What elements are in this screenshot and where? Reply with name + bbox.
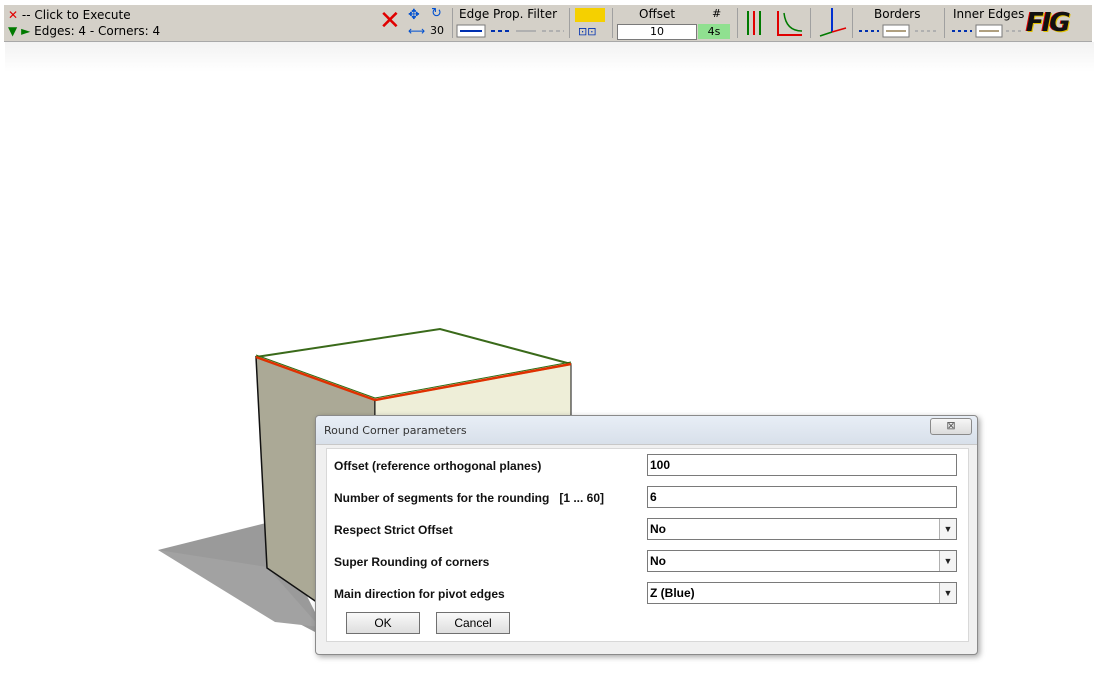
offset-label: Offset (639, 7, 676, 21)
offset-field-label: Offset (reference orthogonal planes) (334, 459, 542, 473)
dialog-body: Offset (reference orthogonal planes) 100… (326, 448, 969, 642)
toolbar-divider (569, 8, 570, 38)
chevron-down-icon[interactable]: ▼ (939, 583, 956, 603)
super-rounding-select[interactable]: No ▼ (647, 550, 957, 572)
strict-offset-label: Respect Strict Offset (334, 523, 453, 537)
toolbar-divider (452, 8, 453, 38)
edge-prop-filter-label: Edge Prop. Filter (459, 7, 558, 21)
segments-field[interactable]: 6 (647, 486, 957, 508)
rotate-icon[interactable]: ↻ (431, 6, 442, 21)
vertical-lines-icon[interactable] (744, 9, 770, 37)
edge-filter-icon[interactable] (456, 24, 568, 38)
borders-label: Borders (874, 7, 921, 21)
triangle-down-icon[interactable]: ▼ (8, 24, 17, 38)
segments-label: # (712, 7, 722, 20)
move-value: 30 (430, 24, 444, 37)
delete-icon[interactable]: ✕ (379, 8, 401, 34)
face-select-icon[interactable]: ⊡⊡ (578, 25, 596, 38)
cancel-icon[interactable]: ✕ (8, 8, 18, 22)
borders-style-icon[interactable] (857, 24, 939, 38)
status-line-edges: ▼ ► Edges: 4 - Corners: 4 (8, 24, 160, 38)
toolbar-divider (737, 8, 738, 38)
status-line-execute: ✕ -- Click to Execute (8, 8, 131, 22)
play-icon[interactable]: ► (21, 24, 30, 38)
status-text-edges: Edges: 4 - Corners: 4 (34, 24, 161, 38)
ok-button[interactable]: OK (346, 612, 420, 634)
offset-field[interactable]: 100 (647, 454, 957, 476)
toolbar-divider (810, 8, 811, 38)
super-rounding-value: No (650, 554, 666, 568)
offset-input[interactable]: 10 (617, 24, 697, 40)
dialog-title: Round Corner parameters (324, 424, 467, 437)
strict-offset-value: No (650, 522, 666, 536)
resize-horizontal-icon[interactable]: ⟷ (408, 24, 425, 38)
pivot-direction-value: Z (Blue) (650, 586, 695, 600)
toolbar-divider (612, 8, 613, 38)
toolbar-divider (852, 8, 853, 38)
color-swatch[interactable] (575, 8, 605, 22)
plugin-toolbar: ✕ -- Click to Execute ▼ ► Edges: 4 - Cor… (4, 5, 1092, 42)
cancel-button[interactable]: Cancel (436, 612, 510, 634)
inner-edges-style-icon[interactable] (950, 24, 1026, 38)
close-icon[interactable]: ⊠ (930, 418, 972, 435)
round-corner-dialog: Round Corner parameters ⊠ Offset (refere… (315, 415, 978, 655)
status-text-execute: -- Click to Execute (21, 8, 131, 22)
pivot-direction-select[interactable]: Z (Blue) ▼ (647, 582, 957, 604)
chevron-down-icon[interactable]: ▼ (939, 519, 956, 539)
fig-logo: FIG (1026, 8, 1071, 38)
pivot-direction-label: Main direction for pivot edges (334, 587, 505, 601)
segments-value[interactable]: 4s (698, 24, 730, 39)
axes-icon[interactable] (818, 6, 848, 38)
segments-field-label: Number of segments for the rounding [1 .… (334, 491, 605, 505)
move-icon[interactable]: ✥ (408, 7, 420, 23)
round-corner-icon[interactable] (774, 9, 804, 37)
dialog-titlebar[interactable]: Round Corner parameters ⊠ (316, 416, 977, 445)
toolbar-divider (944, 8, 945, 38)
super-rounding-label: Super Rounding of corners (334, 555, 490, 569)
inner-edges-label: Inner Edges (953, 7, 1025, 21)
chevron-down-icon[interactable]: ▼ (939, 551, 956, 571)
strict-offset-select[interactable]: No ▼ (647, 518, 957, 540)
